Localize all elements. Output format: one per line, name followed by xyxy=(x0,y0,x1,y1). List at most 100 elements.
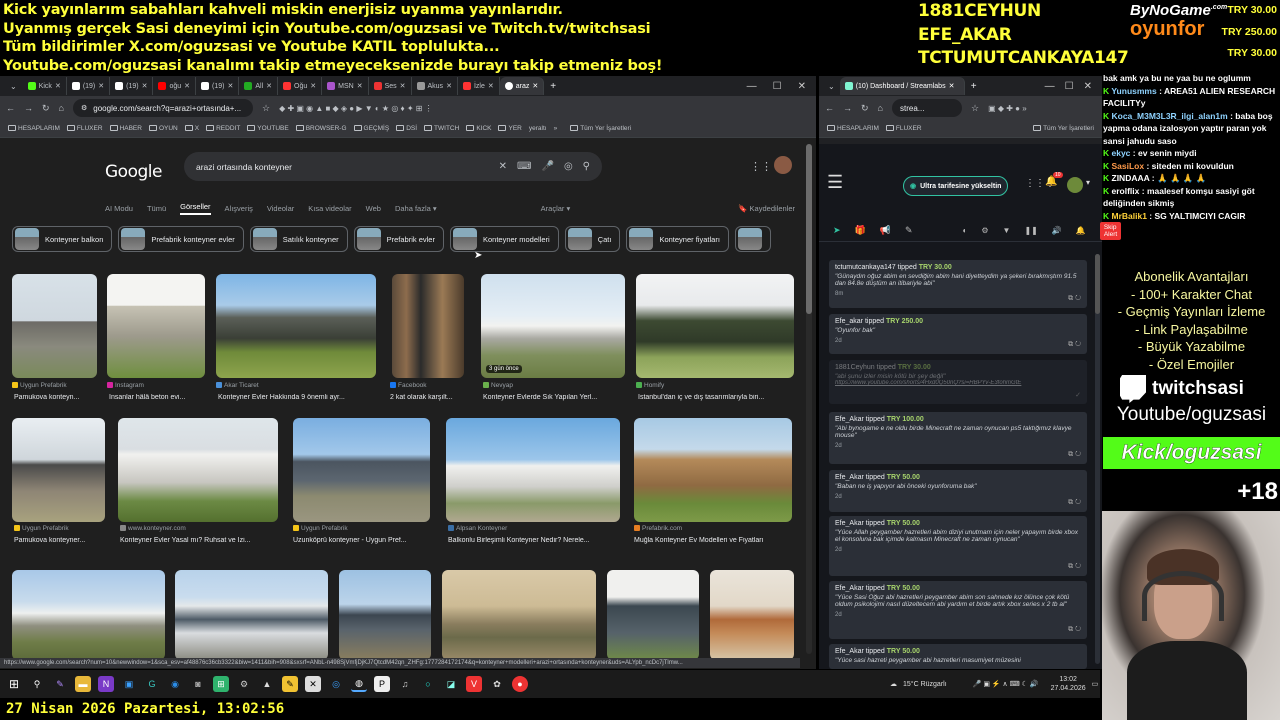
search-icon[interactable]: ⚲ xyxy=(29,676,45,692)
result-image[interactable] xyxy=(446,418,620,522)
result-title[interactable]: İnsanlar hâlâ beton evi... xyxy=(109,394,205,401)
bookmark-item[interactable]: FLUXER xyxy=(66,125,103,132)
tab-all[interactable]: Tümü xyxy=(147,204,166,213)
onenote-icon[interactable]: N xyxy=(98,676,114,692)
bookmark-star-icon[interactable]: ☆ xyxy=(971,103,979,114)
edge-icon[interactable]: ◉ xyxy=(167,676,183,692)
browser-tab[interactable]: (19) ✕ xyxy=(110,77,154,95)
alert-link[interactable]: https://www.youtube.com/shorts/4Hxd0Q50n… xyxy=(835,380,1081,386)
camera-icon[interactable]: ◙ xyxy=(190,676,206,692)
bookmark-item[interactable]: GEÇMİŞ xyxy=(353,125,389,132)
result-title[interactable]: Muğla Konteyner Ev Modelleri ve Fiyatlar… xyxy=(634,537,792,544)
shield-icon[interactable]: ◐ xyxy=(963,226,968,235)
keyboard-icon[interactable]: ⌨ xyxy=(517,161,531,172)
result-image[interactable] xyxy=(12,418,105,522)
notes-icon[interactable]: ✎ xyxy=(282,676,298,692)
result-image[interactable]: 3 gün önce xyxy=(481,274,625,378)
result-image[interactable] xyxy=(107,274,205,378)
browser-tab[interactable]: MSN ✕ xyxy=(322,77,369,95)
vivaldi-icon[interactable]: V xyxy=(466,676,482,692)
check-icon[interactable]: ✓ xyxy=(1075,391,1081,399)
music-icon[interactable]: ♫ xyxy=(397,676,413,692)
app-icon[interactable]: ⊞ xyxy=(213,676,229,692)
url-field[interactable]: ⚙ google.com/search?q=arazi+ortasında+... xyxy=(72,99,253,117)
bookmark-item[interactable]: REDDIT xyxy=(206,125,240,132)
weather-text[interactable]: 15°C Rüzgarlı xyxy=(903,681,947,688)
clock[interactable]: 13:02 27.04.2026 xyxy=(1051,675,1086,693)
settings-icon[interactable]: ⚙ xyxy=(236,676,252,692)
bookmark-item[interactable]: DSİ xyxy=(396,125,417,132)
result-title[interactable]: Konteyner Evler Yasal mı? Ruhsat ve İzi.… xyxy=(120,537,278,544)
scrollbar-thumb[interactable] xyxy=(806,144,812,314)
google-logo[interactable]: Google xyxy=(105,162,162,182)
chip[interactable]: Çatı xyxy=(564,226,621,252)
avatar[interactable] xyxy=(774,156,792,174)
minimize-icon[interactable]: — xyxy=(747,81,757,92)
url-field[interactable]: strea... xyxy=(891,99,962,117)
app-icon[interactable]: ▲ xyxy=(259,676,275,692)
result-image[interactable] xyxy=(634,418,792,522)
close-icon[interactable]: ✕ xyxy=(1084,81,1092,92)
browser-tab-active[interactable]: (10) Dashboard / Streamlabs ✕ xyxy=(839,77,965,95)
browser-tab[interactable]: Kick ✕ xyxy=(23,77,67,95)
result-source[interactable]: Instagram xyxy=(107,382,205,389)
back-icon[interactable]: ← xyxy=(825,103,834,113)
extension-icons[interactable]: ▣ ◆ ✚ ● » xyxy=(988,104,1027,113)
bookmark-item[interactable]: FLUXER xyxy=(885,125,922,132)
tab-images[interactable]: Görseller xyxy=(180,202,211,215)
tab-web[interactable]: Web xyxy=(366,204,381,213)
browser-tab-active[interactable]: araz ✕ xyxy=(499,77,545,95)
bookmark-item[interactable]: TWITCH xyxy=(424,125,459,132)
tab-short-videos[interactable]: Kısa videolar xyxy=(308,204,351,213)
bookmark-item[interactable]: YOUTUBE xyxy=(247,125,289,132)
result-title[interactable]: Balkonlu Birleşimli Konteyner Nedir? Ner… xyxy=(448,537,620,544)
lens-icon[interactable]: ◎ xyxy=(564,161,573,172)
gift-filter-icon[interactable]: 🎁 xyxy=(855,225,866,236)
bell-icon[interactable]: 🔔 xyxy=(1076,226,1086,235)
back-icon[interactable]: ← xyxy=(6,103,15,113)
pen-filter-icon[interactable]: ✎ xyxy=(905,225,913,236)
chrome-icon[interactable]: ◍ xyxy=(351,676,367,692)
chip[interactable]: Prefabrik evler xyxy=(353,226,444,252)
result-image[interactable] xyxy=(442,570,596,660)
app-icon[interactable]: P xyxy=(374,676,390,692)
chevron-down-icon[interactable]: ▾ xyxy=(1086,178,1090,187)
bookmark-item[interactable]: HESAPLARIM xyxy=(8,125,60,132)
browser-tab[interactable]: Oğu ✕ xyxy=(278,77,323,95)
result-image[interactable] xyxy=(12,570,165,660)
tab-more[interactable]: Daha fazla ▾ xyxy=(395,204,437,213)
chip[interactable]: Prefabrik konteyner evler xyxy=(118,226,244,252)
result-image[interactable] xyxy=(710,570,794,660)
result-title[interactable]: Uzunköprü konteyner - Uygun Pref... xyxy=(293,537,430,544)
bookmark-item[interactable]: YER xyxy=(498,125,522,132)
maximize-icon[interactable]: ☐ xyxy=(773,81,782,92)
windows-start-icon[interactable]: ⊞ xyxy=(6,676,22,692)
result-title[interactable]: Pamukova konteyner... xyxy=(14,537,105,544)
chatgpt-icon[interactable]: ✿ xyxy=(489,676,505,692)
scrollbar-thumb[interactable] xyxy=(1095,254,1100,314)
chip[interactable] xyxy=(734,226,771,252)
browser-tab[interactable]: All ✕ xyxy=(239,77,279,95)
avatar[interactable] xyxy=(1067,177,1083,193)
reload-icon[interactable]: ↻ xyxy=(861,103,869,114)
bookmark-item[interactable]: KICK xyxy=(466,125,491,132)
replay-icon[interactable]: ⧉ ↻ xyxy=(1068,499,1081,507)
result-image[interactable] xyxy=(12,274,97,378)
close-icon[interactable]: ✕ xyxy=(798,81,806,92)
extension-icons[interactable]: ◆ ✚ ▣ ◉ ▲ ■ ◆ ◈ ● ▶ ▼ ◐ ★ ◎ ♦ ✦ ⊞ ⋮ xyxy=(279,104,433,113)
result-source[interactable]: Akar Ticaret xyxy=(216,382,376,389)
upgrade-button[interactable]: ◉ Ultra tarifesine yükseltin xyxy=(903,176,1009,196)
tab-list-icon[interactable]: ⌄ xyxy=(823,82,840,91)
tray-icons[interactable]: 🎤 ▣ ⚡ ∧ ⌨ ☾ 🔊 xyxy=(973,680,1039,688)
weather-icon[interactable]: ☁ xyxy=(890,680,897,688)
notification-center-icon[interactable]: ▭ xyxy=(1092,680,1099,688)
chip[interactable]: Satılık konteyner xyxy=(249,226,348,252)
new-tab-icon[interactable]: + xyxy=(544,81,562,92)
result-title[interactable]: Konteyner Evler Hakkında 9 önemli ayr... xyxy=(218,394,378,401)
bookmark-item[interactable]: HABER xyxy=(109,125,142,132)
result-source[interactable]: Uygun Prefabrik xyxy=(293,525,430,532)
bookmark-item-all[interactable]: Tüm Yer İşaretleri xyxy=(570,125,631,132)
tools-button[interactable]: Araçlar ▾ xyxy=(541,204,571,213)
pen-app-icon[interactable]: ✎ xyxy=(52,676,68,692)
obs-icon[interactable]: ● xyxy=(512,676,528,692)
